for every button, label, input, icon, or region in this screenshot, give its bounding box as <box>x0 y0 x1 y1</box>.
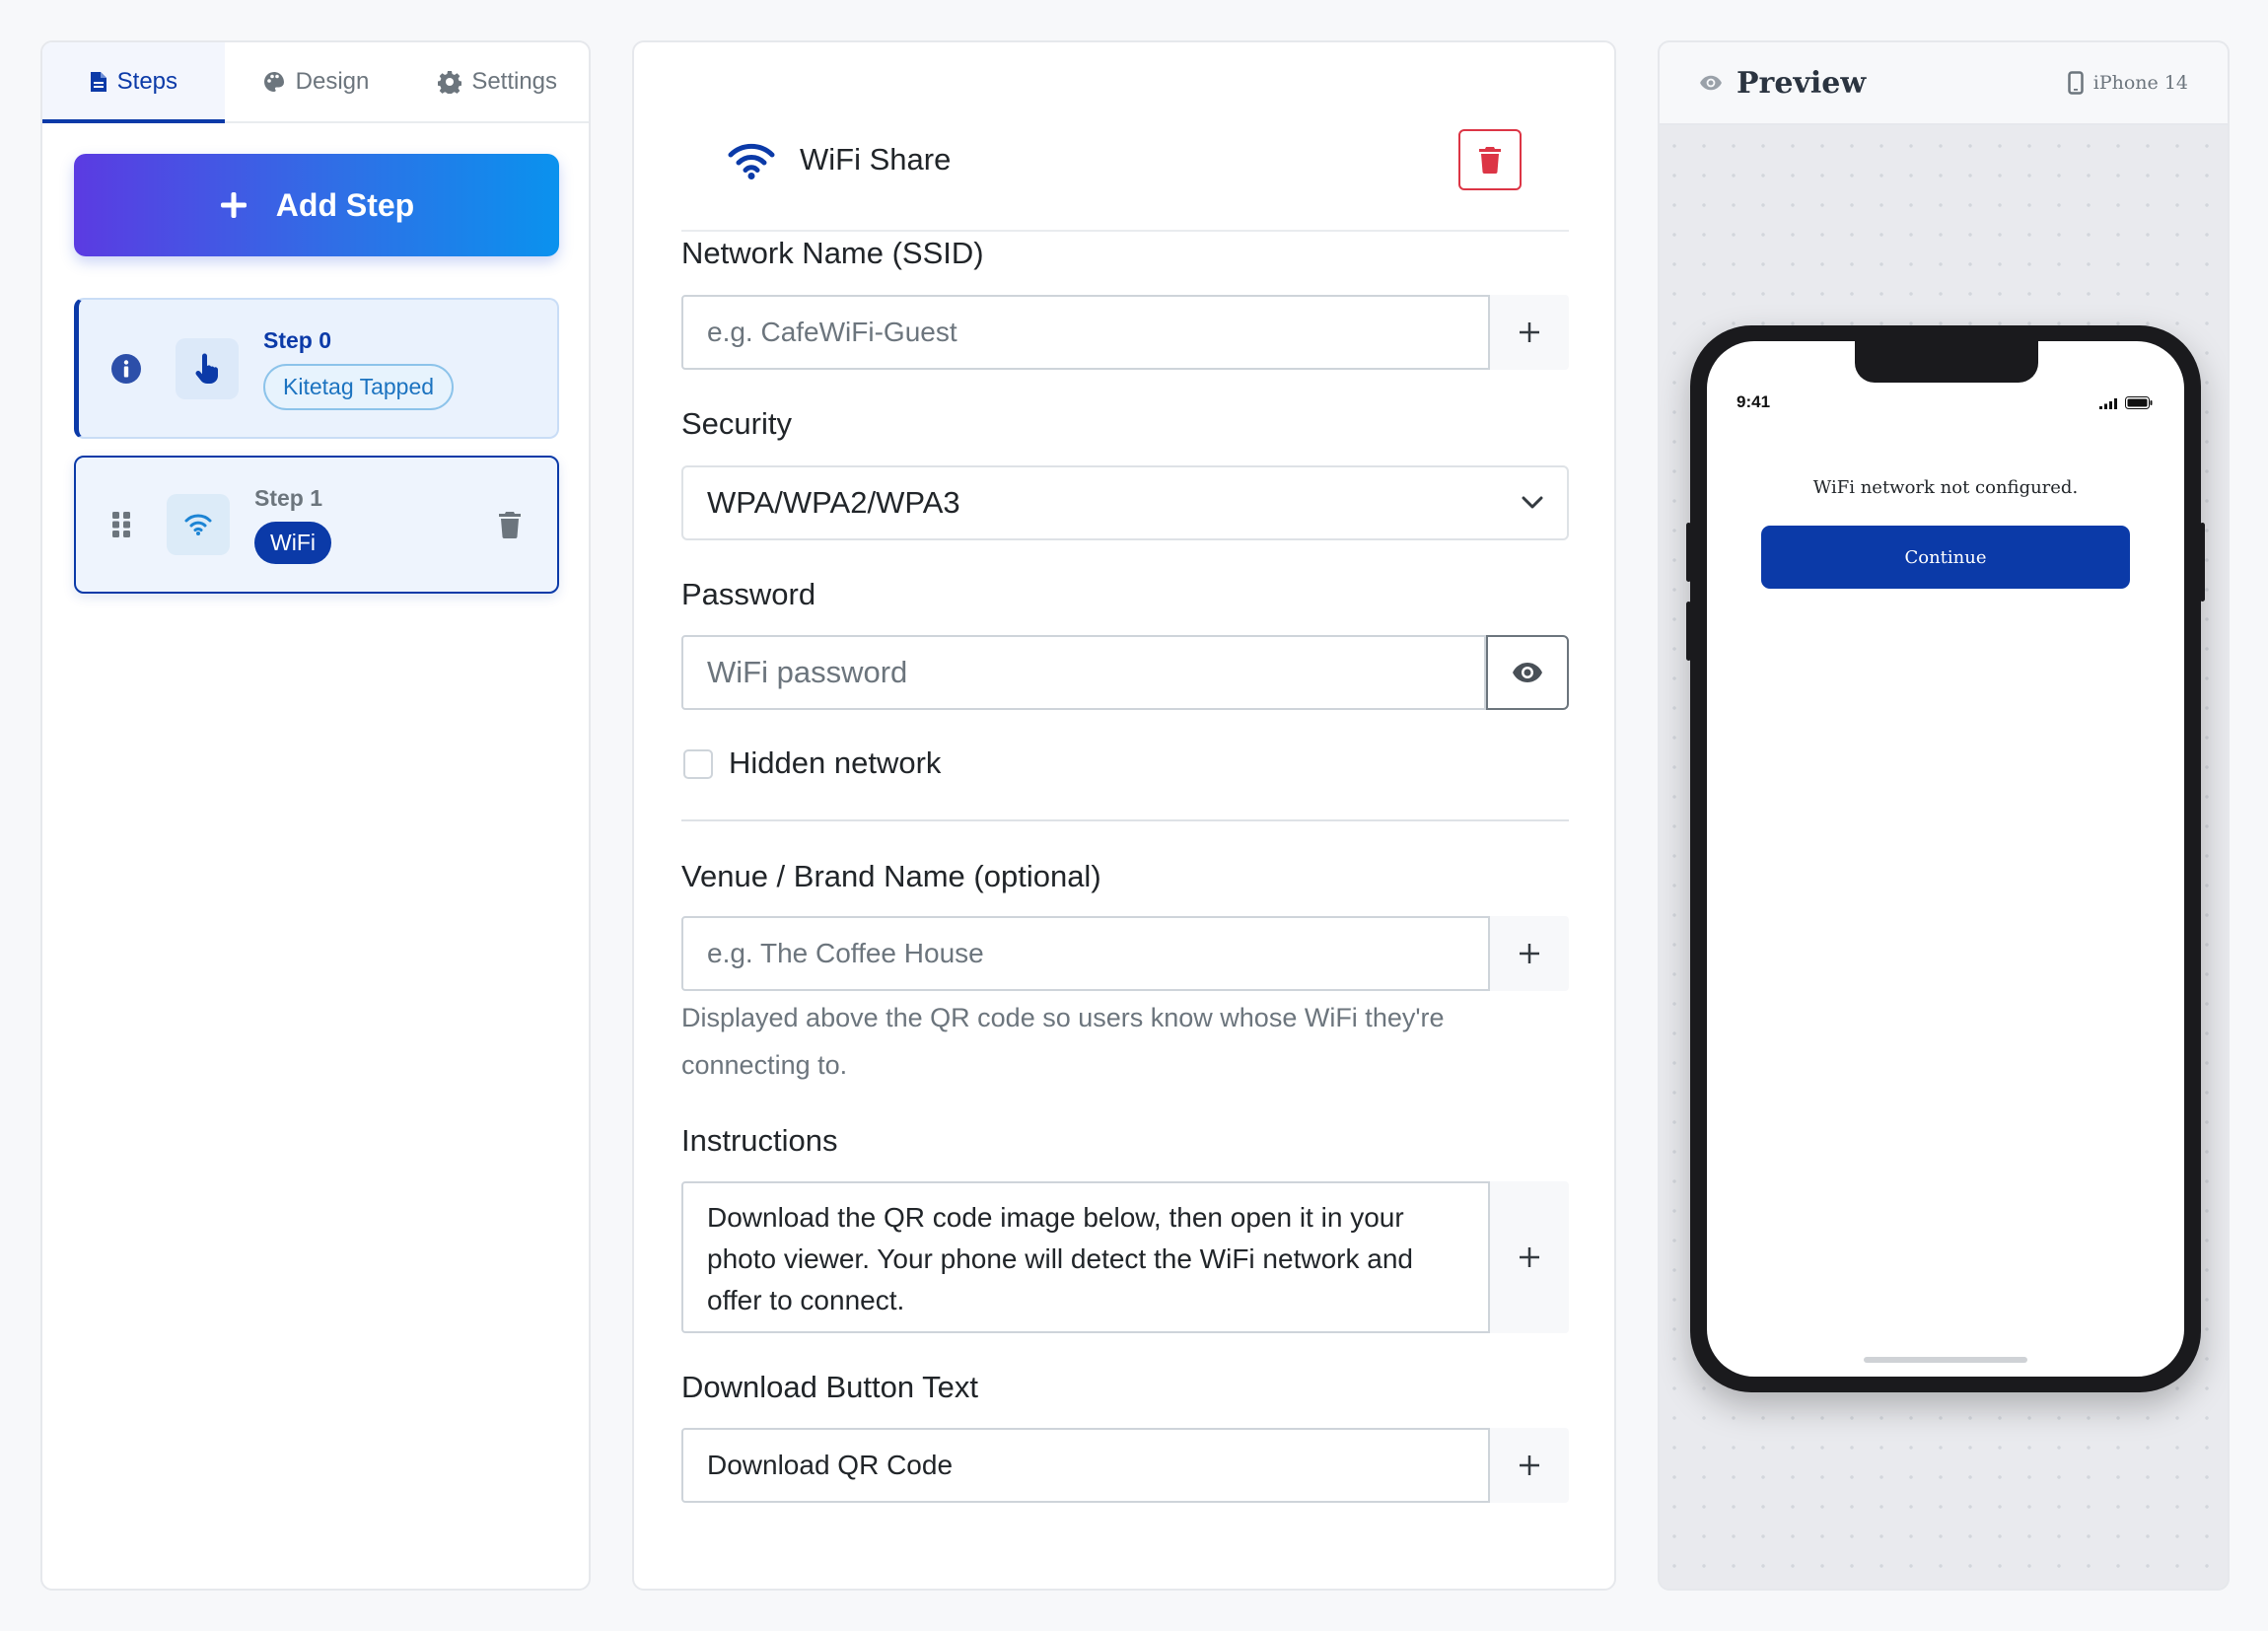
password-input-group <box>681 635 1569 710</box>
venue-input[interactable] <box>681 916 1490 991</box>
plus-icon <box>1518 320 1541 344</box>
toggle-password-button[interactable] <box>1486 635 1569 710</box>
hand-pointer-icon <box>193 353 221 385</box>
preview-title-text: Preview <box>1736 65 1867 101</box>
tab-label: Settings <box>471 68 558 95</box>
ssid-label: Network Name (SSID) <box>681 236 984 270</box>
tab-design[interactable]: Design <box>225 42 407 121</box>
wifi-icon <box>183 513 213 536</box>
step-editor: WiFi Share Network Name (SSID) Security … <box>632 40 1616 1591</box>
password-label: Password <box>681 577 816 611</box>
plus-icon <box>1518 942 1541 965</box>
venue-input-group <box>681 916 1569 991</box>
insert-variable-button[interactable] <box>1490 916 1569 991</box>
insert-variable-button[interactable] <box>1490 1428 1569 1503</box>
mobile-icon <box>2068 71 2084 95</box>
step-type-badge: WiFi <box>254 522 331 564</box>
section-divider <box>681 819 1569 821</box>
insert-variable-button[interactable] <box>1490 1181 1569 1333</box>
plus-icon <box>219 190 248 220</box>
download-button-input[interactable] <box>681 1428 1490 1503</box>
phone-screen: 9:41 WiFi network not configured. Contin… <box>1707 341 2184 1377</box>
instructions-label: Instructions <box>681 1123 838 1158</box>
instructions-textarea[interactable]: Download the QR code image below, then o… <box>681 1181 1490 1333</box>
security-value: WPA/WPA2/WPA3 <box>707 485 960 520</box>
preview-continue-button[interactable]: Continue <box>1761 526 2130 589</box>
preview-header: Preview iPhone 14 <box>1660 42 2228 125</box>
step-card-1[interactable]: Step 1 WiFi <box>74 456 559 594</box>
step-icon-box <box>176 337 239 399</box>
instructions-input-group: Download the QR code image below, then o… <box>681 1181 1569 1333</box>
steps-sidebar: Steps Design Settings Add Step Step 0 Ki… <box>40 40 591 1591</box>
tab-settings[interactable]: Settings <box>406 42 589 121</box>
device-selector[interactable]: iPhone 14 <box>2068 71 2188 95</box>
plus-icon <box>1518 1454 1541 1477</box>
venue-help-text: Displayed above the QR code so users kno… <box>681 994 1569 1089</box>
sidebar-tabs: Steps Design Settings <box>42 42 589 123</box>
tab-label: Steps <box>116 68 178 95</box>
add-step-label: Add Step <box>275 186 415 223</box>
insert-variable-button[interactable] <box>1490 295 1569 370</box>
password-input[interactable] <box>681 635 1486 710</box>
download-input-group <box>681 1428 1569 1503</box>
step-icon-box <box>167 494 230 555</box>
chevron-down-icon <box>1522 496 1543 510</box>
tab-steps[interactable]: Steps <box>42 42 225 123</box>
phone-side-button <box>1686 602 1691 661</box>
step-card-0[interactable]: Step 0 Kitetag Tapped <box>74 298 559 439</box>
delete-step-button[interactable] <box>1458 129 1522 190</box>
editor-title: WiFi Share <box>800 142 952 177</box>
eye-icon <box>1699 75 1723 91</box>
help-line: connecting to. <box>681 1050 848 1080</box>
phone-notch <box>1855 341 2038 383</box>
step-info: Step 0 Kitetag Tapped <box>263 326 455 410</box>
preview-message: WiFi network not configured. <box>1812 477 2079 498</box>
hidden-network-checkbox[interactable] <box>683 749 713 779</box>
security-label: Security <box>681 406 792 441</box>
step-title: Step 0 <box>263 326 332 353</box>
step-title: Step 1 <box>254 485 323 511</box>
trash-icon <box>1478 146 1502 174</box>
status-time: 9:41 <box>1736 392 1771 411</box>
status-icons <box>2099 396 2153 409</box>
eye-icon <box>1512 662 1543 683</box>
gear-icon <box>438 70 462 94</box>
tab-label: Design <box>295 68 370 95</box>
venue-label: Venue / Brand Name (optional) <box>681 859 1101 893</box>
header-divider <box>681 230 1569 232</box>
ssid-input-group <box>681 295 1569 370</box>
home-indicator <box>1864 1357 2027 1363</box>
grip-icon[interactable] <box>111 511 131 538</box>
wifi-icon <box>727 141 776 180</box>
plus-icon <box>1518 1245 1541 1269</box>
device-label: iPhone 14 <box>2092 72 2188 94</box>
phone-frame: 9:41 WiFi network not configured. Contin… <box>1686 325 2205 1392</box>
trash-icon[interactable] <box>498 511 522 538</box>
hidden-network-label: Hidden network <box>729 745 942 780</box>
ssid-input[interactable] <box>681 295 1490 370</box>
step-trigger-badge: Kitetag Tapped <box>263 363 455 410</box>
phone-power-button <box>2200 523 2205 602</box>
step-info: Step 1 WiFi <box>254 485 331 564</box>
security-select[interactable]: WPA/WPA2/WPA3 <box>681 465 1569 540</box>
download-button-label: Download Button Text <box>681 1370 979 1404</box>
preview-panel: Preview iPhone 14 9:41 WiFi network not … <box>1658 40 2230 1591</box>
battery-icon <box>2125 396 2153 409</box>
file-icon <box>90 71 107 93</box>
phone-side-button <box>1686 523 1691 582</box>
info-icon <box>110 353 142 385</box>
add-step-button[interactable]: Add Step <box>74 154 559 256</box>
preview-title: Preview <box>1699 66 1866 101</box>
palette-icon <box>262 70 286 94</box>
help-line: Displayed above the QR code so users kno… <box>681 1003 1445 1032</box>
signal-icon <box>2099 397 2119 409</box>
